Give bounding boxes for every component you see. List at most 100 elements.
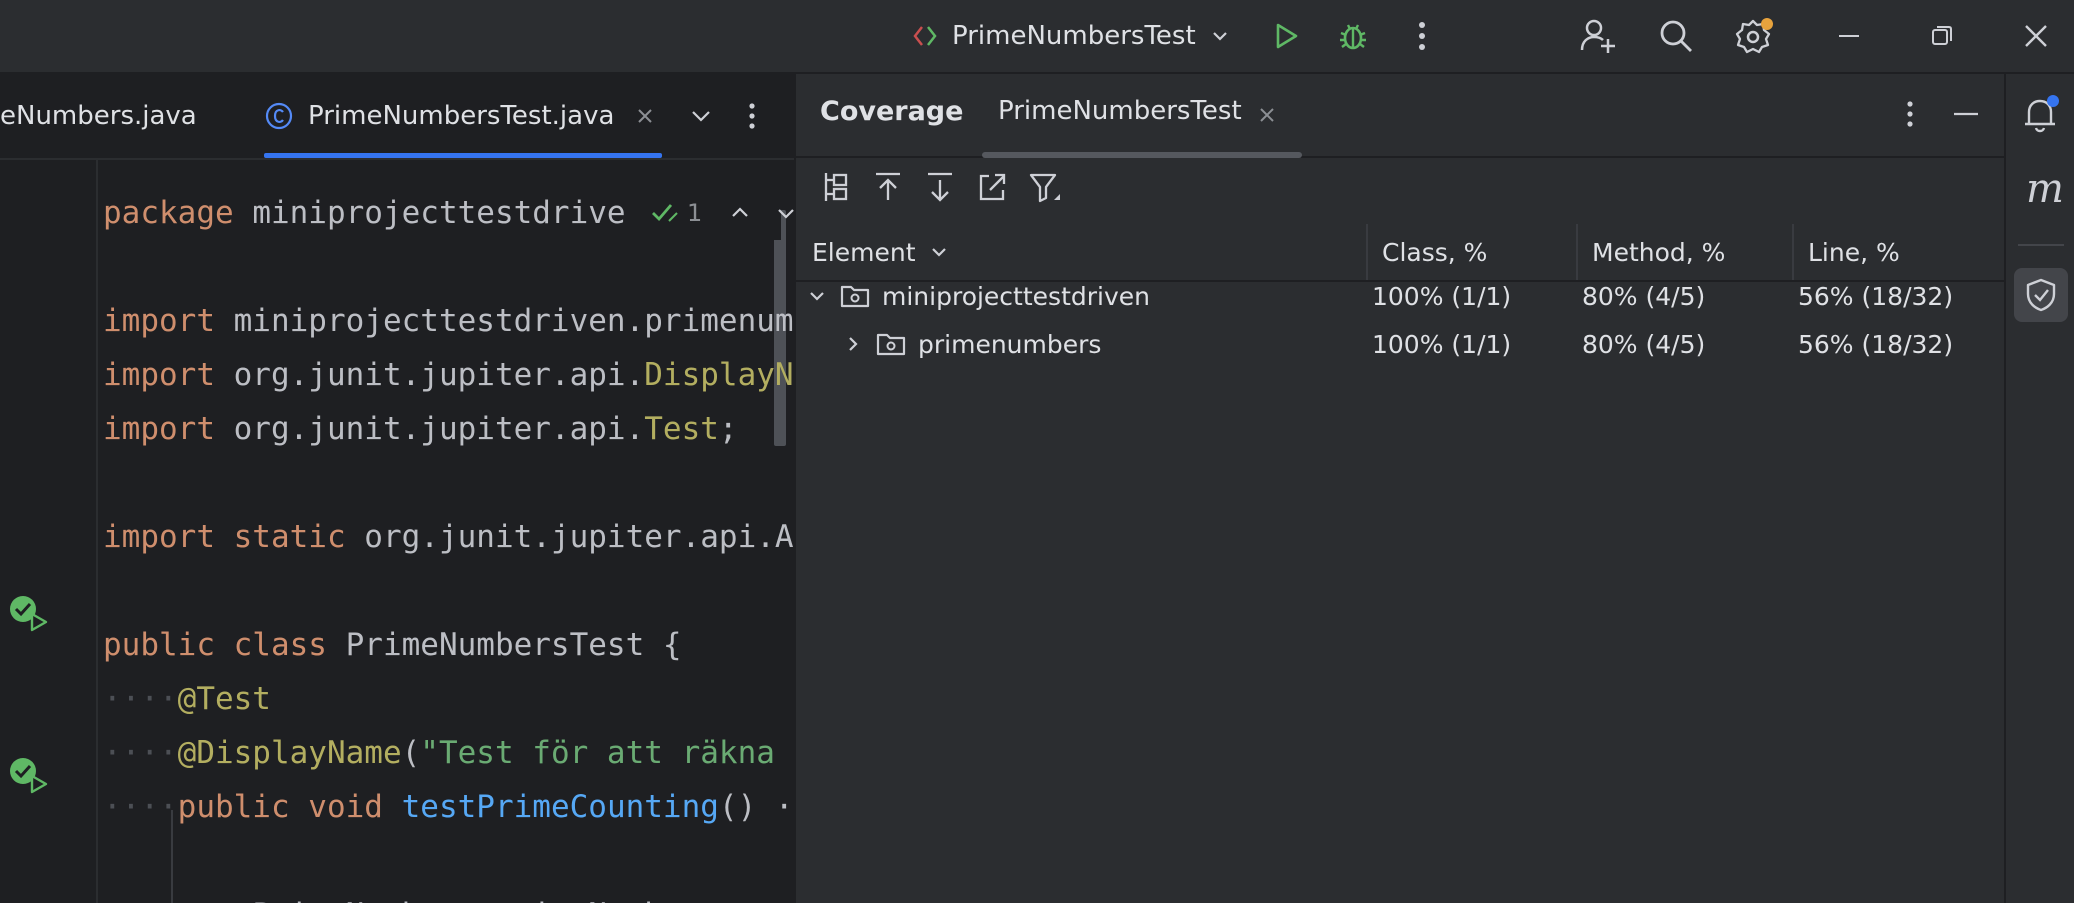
close-icon[interactable] — [2010, 10, 2062, 62]
chevron-right-icon[interactable] — [844, 335, 862, 353]
code-token: import static — [103, 519, 346, 555]
settings-icon[interactable] — [1729, 10, 1781, 62]
run-icon[interactable] — [1260, 10, 1312, 62]
coverage-tool-window: Coverage PrimeNumbersTest Element Class,… — [794, 74, 2006, 903]
gutter-separator — [96, 160, 98, 903]
tab-primenumberstest-java[interactable]: PrimeNumbersTest.java — [264, 74, 662, 158]
code-line: ····@Test — [103, 672, 271, 726]
tab-list-chevron-icon[interactable] — [690, 74, 722, 158]
maven-icon-label[interactable]: m — [2026, 166, 2064, 212]
code-token: PrimeNumbersTest { — [326, 627, 682, 663]
code-token: "Test för att räkna — [420, 735, 775, 771]
right-tool-strip: m — [2004, 74, 2074, 903]
code-line: ········PrimeNumbers primeNumbers = n — [103, 888, 794, 903]
chevron-down-icon — [1210, 26, 1230, 46]
code-editor[interactable]: package miniprojecttestdrive import mini… — [0, 160, 794, 903]
code-line: package miniprojecttestdrive — [103, 186, 626, 240]
coverage-shield-icon[interactable] — [2014, 268, 2068, 322]
flatten-packages-icon[interactable] — [820, 170, 852, 204]
line-coverage: 56% (18/32) — [1798, 281, 1954, 311]
code-token: ; — [718, 411, 738, 447]
tab-label: eNumbers.java — [0, 101, 197, 131]
code-token: public class — [103, 627, 327, 663]
column-label: Line, % — [1808, 237, 1900, 267]
sort-chevron-icon — [930, 243, 948, 261]
inspection-widget[interactable]: 1 — [651, 186, 794, 240]
tree-node: miniprojecttestdriven — [808, 272, 1150, 320]
code-token: () · — [718, 789, 794, 825]
restore-icon[interactable] — [1916, 10, 1968, 62]
method-coverage: 80% (4/5) — [1582, 329, 1706, 359]
code-token: org.junit.jupiter.api. — [214, 357, 645, 393]
expand-all-icon[interactable] — [924, 170, 956, 204]
code-token: PrimeNumbers primeNumbers = — [252, 897, 775, 903]
run-test-gutter-icon[interactable] — [8, 756, 50, 794]
run-configuration-selector[interactable]: PrimeNumbersTest — [912, 12, 1230, 60]
column-label: Class, % — [1382, 237, 1488, 267]
check-passed-icon — [651, 201, 679, 225]
table-row[interactable]: primenumbers 100% (1/1) 80% (4/5) 56% (1… — [796, 320, 2006, 368]
close-run-tab-icon[interactable] — [1258, 106, 1276, 124]
active-tab-underline — [264, 153, 662, 158]
line-coverage: 56% (18/32) — [1798, 329, 1954, 359]
code-token: DisplayN — [644, 357, 794, 393]
class-coverage: 100% (1/1) — [1372, 329, 1512, 359]
table-row[interactable]: miniprojecttestdriven 100% (1/1) 80% (4/… — [796, 272, 2006, 320]
code-token: ···· — [103, 681, 178, 717]
class-coverage: 100% (1/1) — [1372, 281, 1512, 311]
filter-icon[interactable] — [1028, 170, 1064, 206]
code-line: public class PrimeNumbersTest { — [103, 618, 682, 672]
tab-coverage-run[interactable]: PrimeNumbersTest — [982, 74, 1302, 158]
package-folder-icon — [840, 283, 870, 309]
code-token: import — [103, 411, 215, 447]
add-user-icon[interactable] — [1572, 10, 1624, 62]
tab-primenumbers-java[interactable]: eNumbers.java — [0, 74, 197, 158]
code-token: n — [775, 897, 794, 903]
code-token: package — [103, 195, 234, 231]
hide-panel-icon[interactable] — [1952, 102, 1980, 126]
coverage-header: Coverage PrimeNumbersTest — [796, 74, 2006, 158]
chevron-down-icon[interactable] — [808, 287, 826, 305]
more-vertical-icon[interactable] — [1396, 10, 1448, 62]
code-line: import org.junit.jupiter.api.DisplayN — [103, 348, 794, 402]
code-token: ( — [401, 735, 421, 771]
minimize-icon[interactable] — [1823, 10, 1875, 62]
tab-label: PrimeNumbersTest.java — [308, 101, 615, 131]
export-report-icon[interactable] — [976, 170, 1008, 204]
code-token: @Test — [177, 681, 271, 717]
debug-icon[interactable] — [1327, 10, 1379, 62]
run-test-gutter-icon[interactable] — [8, 594, 50, 632]
tab-more-icon[interactable] — [748, 74, 768, 158]
code-token: public void — [177, 789, 383, 825]
code-line: ····@DisplayName("Test för att räkna — [103, 726, 775, 780]
code-token: Test — [644, 411, 719, 447]
element-name: primenumbers — [918, 329, 1102, 359]
close-tab-icon[interactable] — [636, 107, 654, 125]
method-coverage: 80% (4/5) — [1582, 281, 1706, 311]
strip-divider — [2018, 244, 2064, 246]
column-label: Method, % — [1592, 237, 1726, 267]
panel-more-icon[interactable] — [1906, 100, 1914, 128]
code-token: ········ — [103, 897, 252, 903]
element-name: miniprojecttestdriven — [882, 281, 1150, 311]
code-token: miniprojecttestdriven.primenum — [214, 303, 794, 339]
chevron-down-icon[interactable] — [776, 203, 794, 223]
notifications-bell-icon[interactable] — [2020, 94, 2062, 136]
code-token: ···· — [103, 789, 178, 825]
search-icon[interactable] — [1650, 10, 1702, 62]
code-token: @DisplayName — [177, 735, 402, 771]
code-with-me-arrows-icon — [912, 23, 938, 49]
package-folder-icon — [876, 331, 906, 357]
java-class-icon — [264, 101, 294, 131]
editor-tab-bar: eNumbers.java PrimeNumbersTest.java — [0, 74, 794, 160]
code-token: testPrimeCounting — [401, 789, 719, 825]
title-bar: PrimeNumbersTest — [0, 0, 2074, 74]
run-tab-underline — [982, 152, 1302, 158]
code-line: ····public void testPrimeCounting() · — [103, 780, 794, 834]
code-token: org.junit.jupiter.api. — [214, 411, 645, 447]
column-label: Element — [812, 237, 916, 267]
indent-guide — [171, 810, 173, 903]
collapse-all-icon[interactable] — [872, 170, 904, 204]
chevron-up-icon[interactable] — [730, 203, 750, 223]
